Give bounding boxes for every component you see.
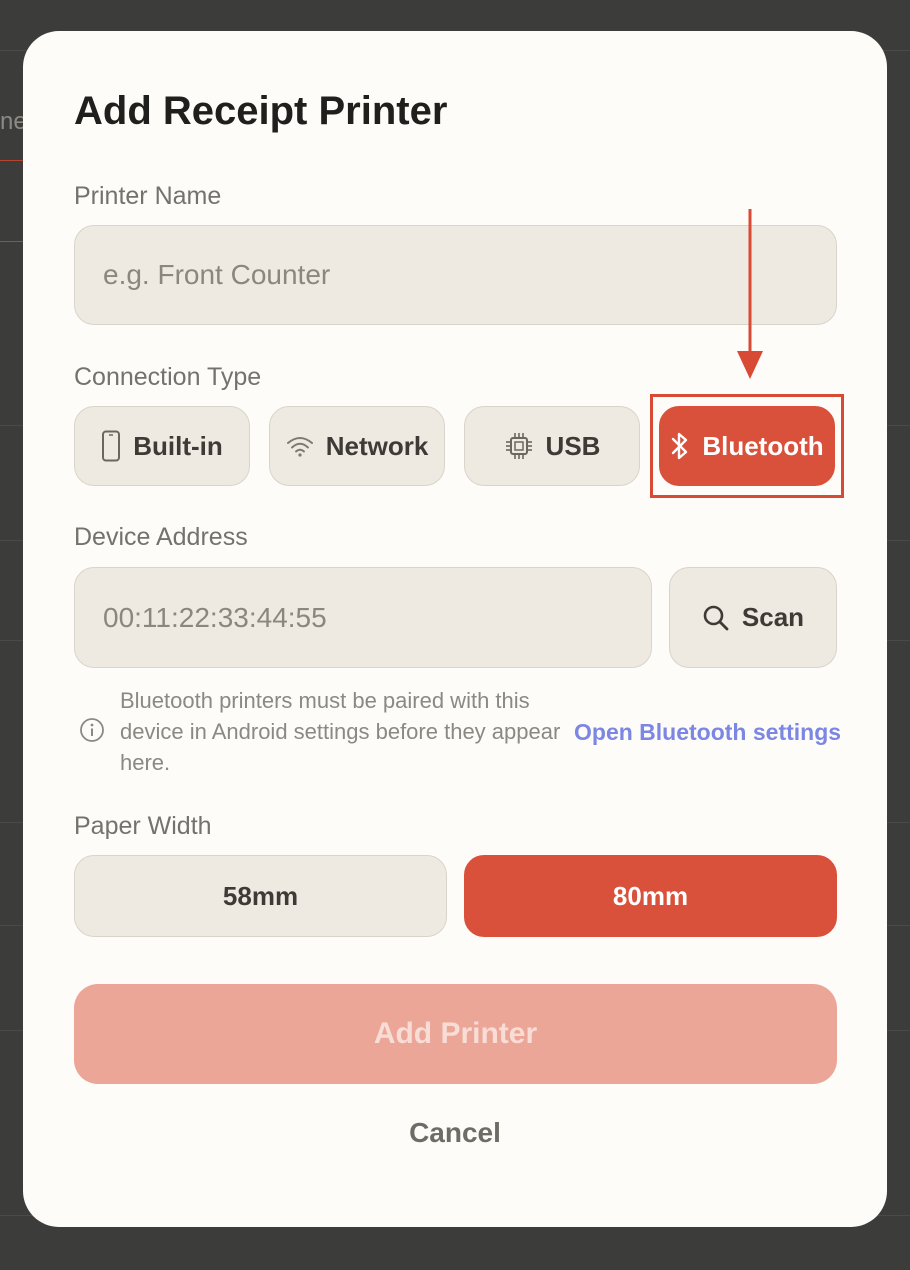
paper-width-label: Paper Width xyxy=(74,812,212,840)
printer-name-label: Printer Name xyxy=(74,182,222,210)
device-address-label: Device Address xyxy=(74,523,248,551)
annotation-highlight-box xyxy=(650,394,844,498)
device-address-field[interactable] xyxy=(74,567,652,668)
info-icon xyxy=(80,718,104,742)
connection-usb-label: USB xyxy=(545,430,601,461)
open-bluetooth-settings-link[interactable]: Open Bluetooth settings xyxy=(574,719,841,746)
connection-network-button[interactable]: Network xyxy=(269,406,445,486)
phone-icon xyxy=(102,430,121,462)
dialog-title: Add Receipt Printer xyxy=(74,89,448,133)
paper-58mm-button[interactable]: 58mm xyxy=(74,855,447,937)
scan-label: Scan xyxy=(741,602,805,632)
wifi-icon xyxy=(286,437,313,457)
add-printer-button[interactable]: Add Printer xyxy=(74,984,837,1084)
connection-builtin-label: Built-in xyxy=(133,430,223,461)
annotation-arrow-icon xyxy=(737,209,763,379)
cancel-button[interactable]: Cancel xyxy=(355,1111,555,1155)
connection-network-label: Network xyxy=(325,430,429,461)
printer-name-input[interactable] xyxy=(103,259,836,291)
chip-icon xyxy=(505,433,532,459)
add-printer-dialog: Add Receipt Printer Printer Name Connect… xyxy=(23,31,887,1227)
connection-builtin-button[interactable]: Built-in xyxy=(74,406,250,486)
connection-usb-button[interactable]: USB xyxy=(464,406,640,486)
paper-80mm-button[interactable]: 80mm xyxy=(464,855,837,937)
bluetooth-pairing-info: Bluetooth printers must be paired with t… xyxy=(120,688,561,775)
scan-button[interactable]: Scan xyxy=(669,567,837,668)
connection-type-label: Connection Type xyxy=(74,363,262,391)
printer-name-field[interactable] xyxy=(74,225,837,325)
search-icon xyxy=(703,605,729,630)
device-address-input[interactable] xyxy=(103,601,651,634)
